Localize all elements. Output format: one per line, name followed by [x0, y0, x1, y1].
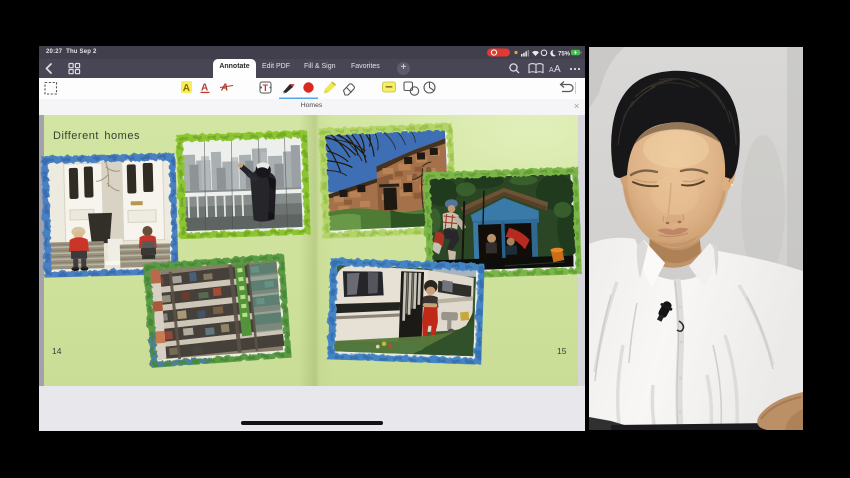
svg-text:A: A	[183, 83, 190, 94]
svg-text:A: A	[554, 64, 561, 75]
svg-text:T: T	[263, 83, 269, 93]
svg-text:75%: 75%	[558, 51, 571, 57]
svg-text:A: A	[220, 83, 228, 94]
